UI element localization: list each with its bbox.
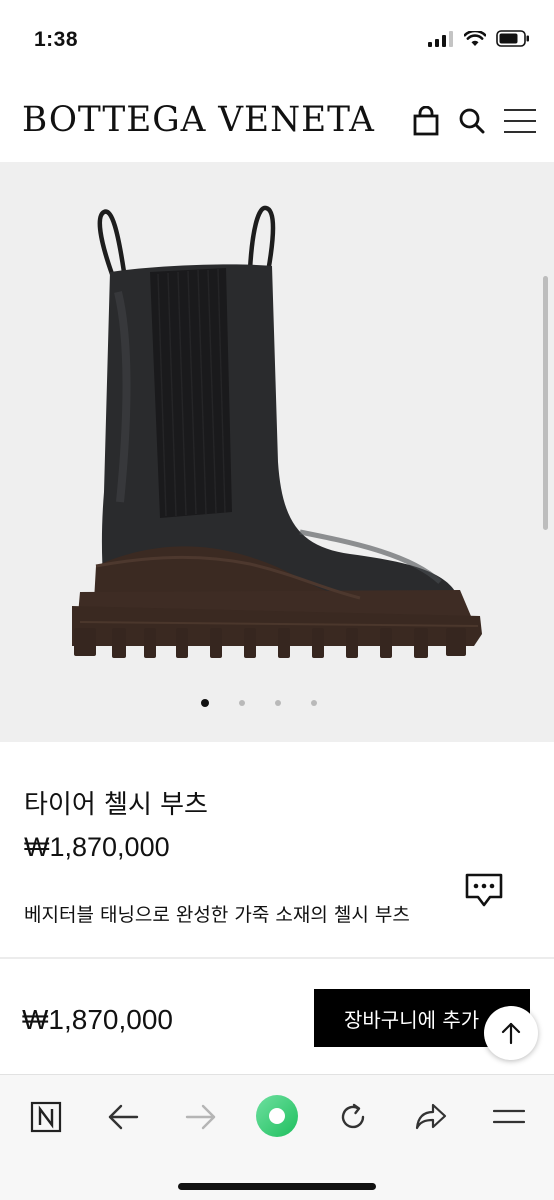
share-icon[interactable] bbox=[409, 1095, 453, 1139]
product-info: 타이어 첼시 부츠 ₩1,870,000 베지터블 태닝으로 완성한 가죽 소재… bbox=[0, 742, 554, 956]
status-icons bbox=[428, 30, 530, 47]
scroll-to-top-button[interactable] bbox=[484, 1006, 538, 1060]
product-gallery[interactable] bbox=[0, 162, 554, 742]
back-arrow-icon[interactable] bbox=[101, 1095, 145, 1139]
brand-logo[interactable]: BOTTEGA VENETA bbox=[22, 100, 375, 140]
buy-bar-price: ₩1,870,000 bbox=[22, 1004, 173, 1035]
pagination-dot[interactable] bbox=[239, 700, 245, 706]
browser-toolbar bbox=[0, 1074, 554, 1200]
home-indicator[interactable] bbox=[178, 1183, 376, 1190]
product-description: 베지터블 태닝으로 완성한 가죽 소재의 첼시 부츠 bbox=[24, 904, 410, 926]
chat-icon[interactable] bbox=[464, 872, 504, 910]
status-bar: 1:38 bbox=[0, 0, 554, 80]
wifi-icon bbox=[464, 30, 486, 46]
product-image-chelsea-boot[interactable] bbox=[0, 162, 554, 742]
search-icon[interactable] bbox=[456, 104, 488, 138]
divider bbox=[0, 957, 554, 959]
forward-arrow-icon[interactable] bbox=[179, 1095, 223, 1139]
status-time: 1:38 bbox=[34, 28, 79, 51]
gallery-pagination bbox=[0, 699, 536, 707]
pagination-dot[interactable] bbox=[275, 700, 281, 706]
battery-icon bbox=[496, 30, 529, 47]
naver-icon[interactable] bbox=[24, 1095, 68, 1139]
reload-icon[interactable] bbox=[331, 1095, 375, 1139]
pagination-dot[interactable] bbox=[201, 699, 209, 707]
menu-icon[interactable] bbox=[502, 104, 538, 138]
green-home-icon[interactable] bbox=[252, 1091, 302, 1141]
product-name: 타이어 첼시 부츠 bbox=[24, 790, 208, 820]
product-price: ₩1,870,000 bbox=[24, 832, 170, 862]
site-header: BOTTEGA VENETA bbox=[0, 80, 554, 162]
arrow-up-icon bbox=[501, 1022, 521, 1045]
shopping-bag-icon[interactable] bbox=[410, 104, 442, 138]
signal-icon bbox=[428, 30, 453, 47]
buy-bar: ₩1,870,000 장바구니에 추가 bbox=[0, 960, 554, 1074]
menu-icon[interactable] bbox=[487, 1095, 531, 1139]
page-scrollbar[interactable] bbox=[543, 276, 548, 530]
pagination-dot[interactable] bbox=[311, 700, 317, 706]
